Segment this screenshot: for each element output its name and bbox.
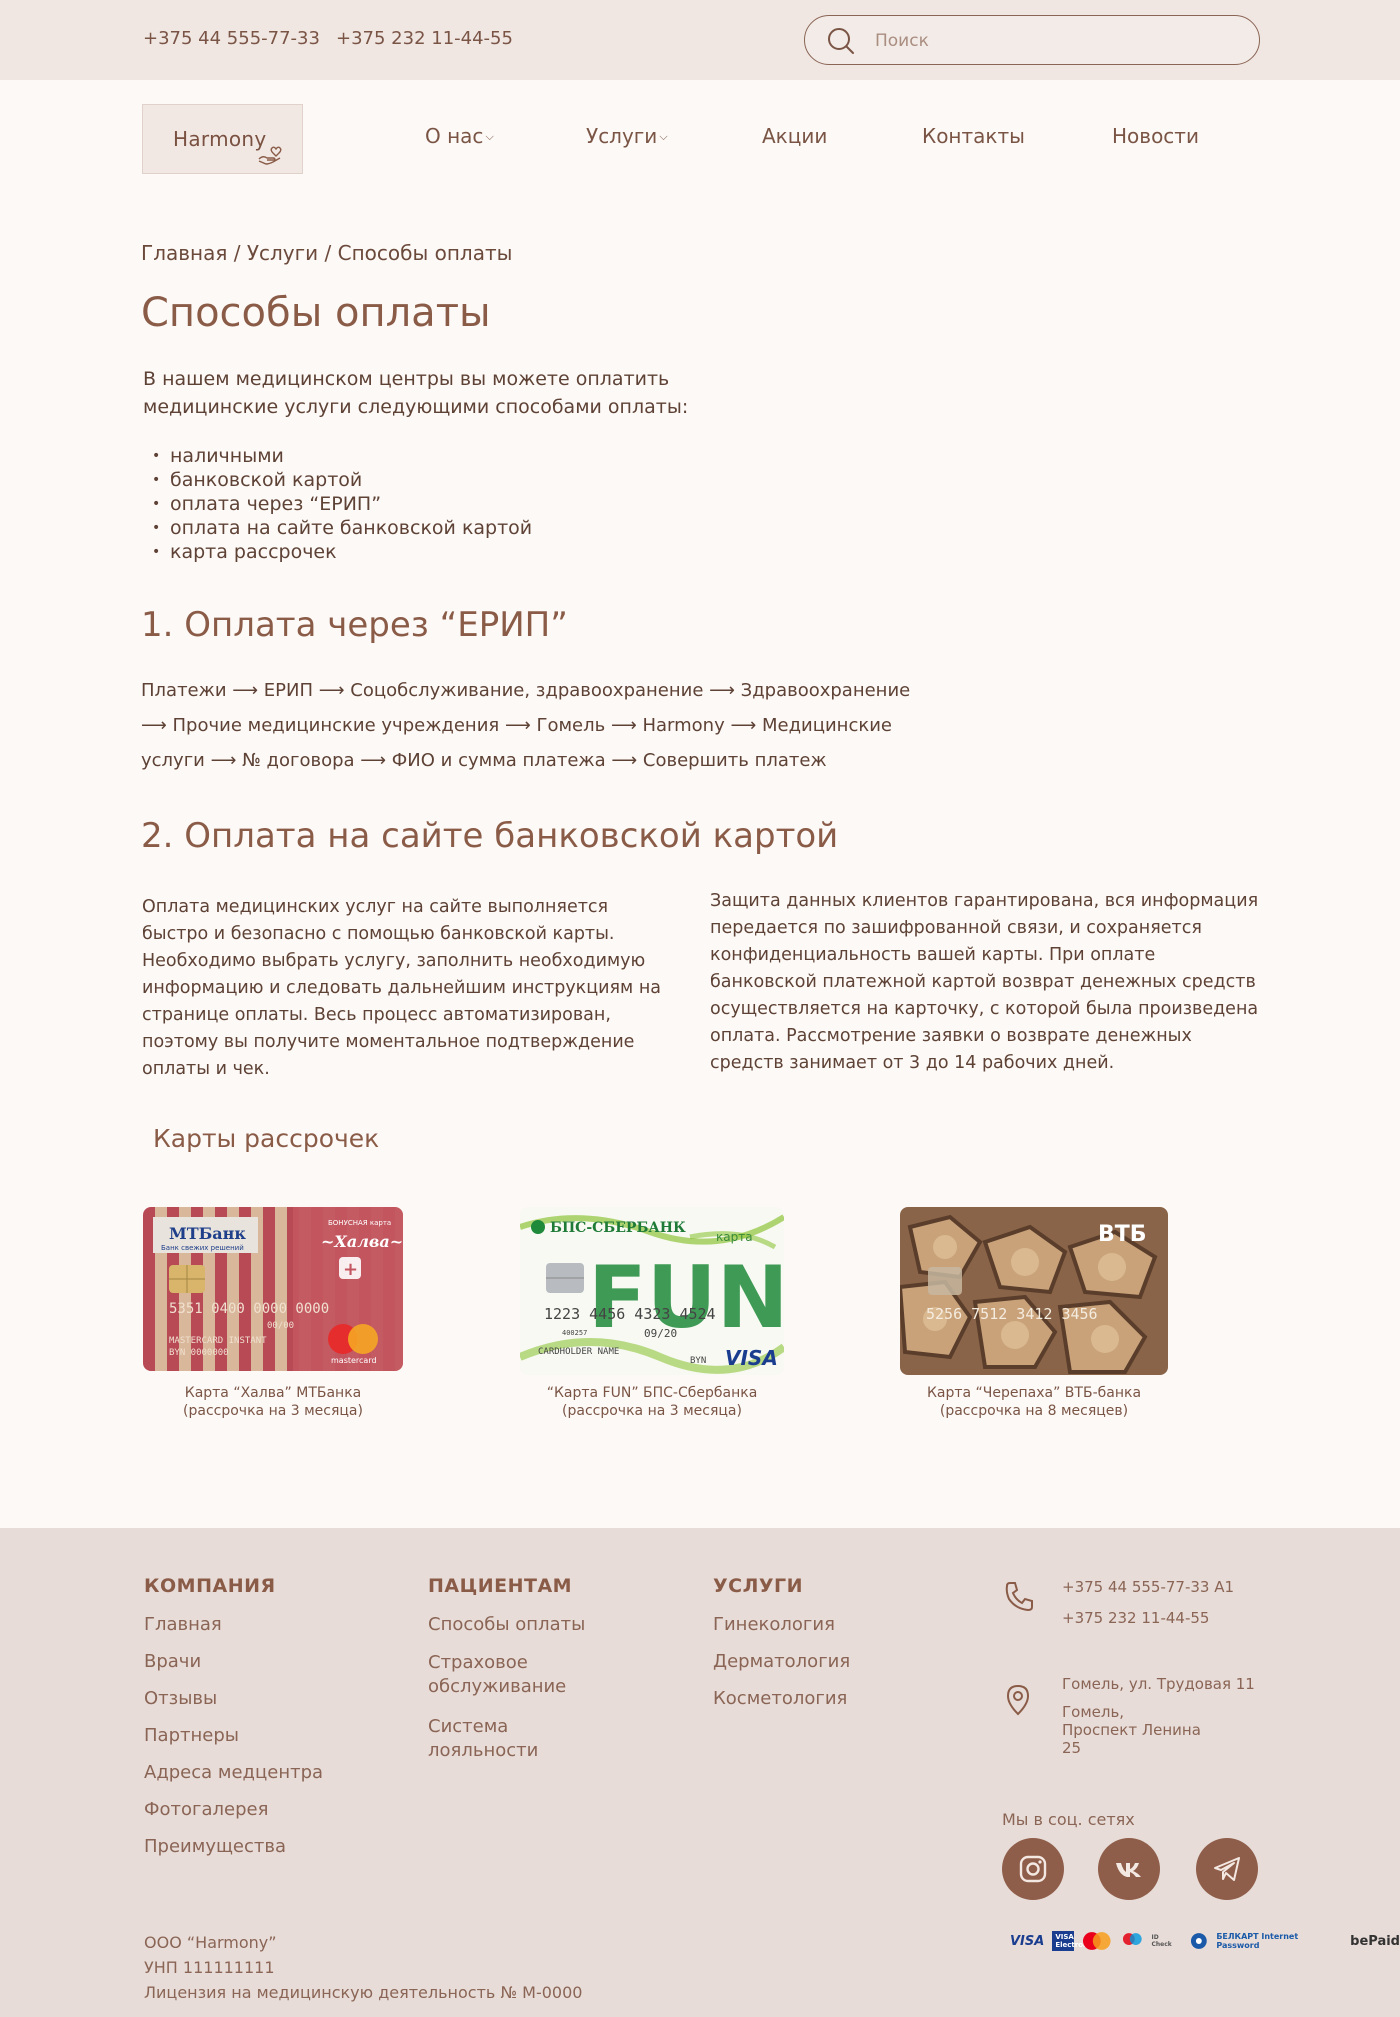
svg-text:БПС-СБЕРБАНК: БПС-СБЕРБАНК [550, 1220, 686, 1236]
visa-logo: VISA [1010, 1933, 1045, 1949]
halva-card-caption: Карта “Халва” МТБанка (рассрочка на 3 ме… [183, 1385, 363, 1419]
erip-path: Платежи ⟶ ЕРИП ⟶ Соцобслуживание, здраво… [141, 680, 911, 771]
footer-services-title: УСЛУГИ [713, 1575, 804, 1597]
bepaid-logo: bePaid [1350, 1933, 1400, 1949]
chevron-down-icon: ⌵ [659, 130, 668, 143]
visa-electron-logo: VISA Electron [1052, 1931, 1088, 1951]
nav-item-promotions[interactable]: Акции [762, 124, 827, 148]
id-check-logo: ID Check [1151, 1934, 1172, 1948]
svg-text:00/00: 00/00 [267, 1321, 294, 1331]
legal-info: ООО “Harmony” УНП 111111111 Лицензия на … [144, 1930, 582, 2005]
belkart-password-logo: БЕЛКАРТ Internet Password [1216, 1932, 1299, 1950]
social-title: Мы в соц. сетях [1002, 1810, 1135, 1829]
unp: УНП 111111111 [144, 1958, 275, 1977]
svg-text:VISA: VISA [725, 1346, 778, 1370]
footer-address-2: Гомель, Проспект Ленина 25 [1062, 1703, 1201, 1757]
list-item: наличными [152, 444, 532, 468]
footer-link-addresses[interactable]: Адреса медцентра [144, 1761, 364, 1785]
breadcrumb[interactable]: Главная / Услуги / Способы оплаты [141, 241, 512, 265]
mastercard-logo [1083, 1932, 1111, 1950]
telegram-button[interactable] [1196, 1838, 1258, 1900]
installments-title: Карты рассрочек [153, 1124, 380, 1153]
svg-text:5351 0400 0000 0000: 5351 0400 0000 0000 [169, 1301, 329, 1317]
footer-patients-title: ПАЦИЕНТАМ [428, 1575, 573, 1597]
svg-text:BYN 0000000: BYN 0000000 [169, 1348, 229, 1358]
company-name: ООО “Harmony” [144, 1933, 277, 1952]
footer-link-payment-methods[interactable]: Способы оплаты [428, 1613, 608, 1637]
svg-text:ВТБ: ВТБ [1098, 1222, 1147, 1247]
fun-card-caption: “Карта FUN” БПС-Сбербанка (рассрочка на … [546, 1385, 758, 1419]
svg-text:1223 4456 4323 4524: 1223 4456 4323 4524 [544, 1305, 716, 1323]
list-item: карта рассрочек [152, 540, 532, 564]
svg-text:MASTERCARD INSTANT: MASTERCARD INSTANT [169, 1336, 267, 1346]
chevron-down-icon: ⌵ [485, 130, 494, 143]
footer-address-1: Гомель, ул. Трудовая 11 [1062, 1675, 1255, 1693]
svg-text:mastercard: mastercard [331, 1356, 377, 1365]
svg-text:МТБанк: МТБанк [169, 1224, 246, 1243]
footer-link-reviews[interactable]: Отзывы [144, 1687, 364, 1711]
intro-text: В нашем медицинском центры вы можете опл… [143, 368, 689, 418]
card-payment-left-text: Оплата медицинских услуг на сайте выполн… [142, 897, 661, 1079]
search-box[interactable] [804, 15, 1260, 65]
footer-link-gynecology[interactable]: Гинекология [713, 1613, 933, 1637]
svg-text:CARDHOLDER NAME: CARDHOLDER NAME [538, 1347, 619, 1357]
list-item: оплата через “ЕРИП” [152, 492, 532, 516]
hand-heart-icon [258, 146, 282, 165]
nav-item-news[interactable]: Новости [1112, 124, 1199, 148]
fun-card-image: БПС-СБЕРБАНК карта FUN 1223 4456 4323 45… [520, 1207, 784, 1375]
search-input[interactable] [875, 26, 1235, 56]
footer-company-title: КОМПАНИЯ [144, 1575, 276, 1597]
erip-title: 1. Оплата через “ЕРИП” [141, 605, 568, 645]
svg-text:карта: карта [716, 1230, 753, 1244]
halva-card-image: МТБанк Банк свежих решений БОНУСНАЯ карт… [143, 1207, 403, 1371]
svg-text:09/20: 09/20 [644, 1327, 677, 1340]
footer-link-dermatology[interactable]: Дерматология [713, 1650, 933, 1674]
footer-link-cosmetology[interactable]: Косметология [713, 1687, 933, 1711]
svg-text:~Халва~: ~Халва~ [321, 1232, 403, 1251]
svg-text:Банк свежих решений: Банк свежих решений [161, 1244, 244, 1252]
footer-link-gallery[interactable]: Фотогалерея [144, 1798, 364, 1822]
instagram-button[interactable] [1002, 1838, 1064, 1900]
list-item: оплата на сайте банковской картой [152, 516, 532, 540]
turtle-card-image: ВТБ 5256 7512 3412 3456 [900, 1207, 1168, 1375]
instagram-icon [1019, 1855, 1047, 1883]
phone-link-2[interactable]: +375 232 11-44-55 [336, 28, 513, 49]
svg-text:5256 7512 3412 3456: 5256 7512 3412 3456 [926, 1305, 1098, 1323]
svg-text:БОНУСНАЯ карта: БОНУСНАЯ карта [328, 1219, 391, 1227]
phone-icon [1005, 1582, 1033, 1612]
logo[interactable]: Harmony [142, 104, 303, 174]
search-icon[interactable] [827, 27, 855, 55]
maestro-logo [1122, 1933, 1142, 1945]
license: Лицензия на медицинскую деятельность № М… [144, 1983, 583, 2002]
page-title: Способы оплаты [141, 290, 491, 336]
phone-link-1[interactable]: +375 44 555-77-33 [143, 28, 320, 49]
svg-text:+: + [343, 1259, 358, 1280]
card-payment-title: 2. Оплата на сайте банковской картой [141, 816, 839, 856]
vk-icon [1116, 1863, 1141, 1877]
footer-link-advantages[interactable]: Преимущества [144, 1835, 364, 1859]
payment-logos: VISA VISA Electron ID Check БЕЛКАРТ Inte… [1010, 1930, 1400, 1952]
svg-text:FUN: FUN [588, 1248, 784, 1348]
footer-phone-1[interactable]: +375 44 555-77-33 A1 [1062, 1578, 1262, 1596]
card-payment-right-text: Защита данных клиентов гарантирована, вс… [710, 891, 1259, 1073]
svg-text:400257: 400257 [562, 1329, 587, 1337]
telegram-icon [1214, 1857, 1240, 1881]
svg-text:BYN: BYN [690, 1356, 706, 1366]
list-item: банковской картой [152, 468, 532, 492]
footer-link-doctors[interactable]: Врачи [144, 1650, 364, 1674]
footer-phone-2[interactable]: +375 232 11-44-55 [1062, 1609, 1262, 1627]
footer-link-home[interactable]: Главная [144, 1613, 364, 1637]
footer-link-partners[interactable]: Партнеры [144, 1724, 364, 1748]
logo-text: Harmony [173, 127, 267, 151]
footer-link-insurance[interactable]: Страховое обслуживание [428, 1651, 588, 1699]
nav-item-contacts[interactable]: Контакты [922, 124, 1025, 148]
payment-methods-list: наличными банковской картой оплата через… [152, 444, 532, 564]
footer-link-loyalty[interactable]: Система лояльности [428, 1715, 588, 1763]
turtle-card-caption: Карта “Черепаха” ВТБ-банка (рассрочка на… [926, 1385, 1142, 1419]
nav-item-about[interactable]: О нас ⌵ [425, 124, 494, 148]
location-pin-icon [1006, 1684, 1030, 1716]
nav-item-services[interactable]: Услуги ⌵ [586, 124, 668, 148]
belkart-logo [1190, 1933, 1207, 1949]
vk-button[interactable] [1098, 1838, 1160, 1900]
